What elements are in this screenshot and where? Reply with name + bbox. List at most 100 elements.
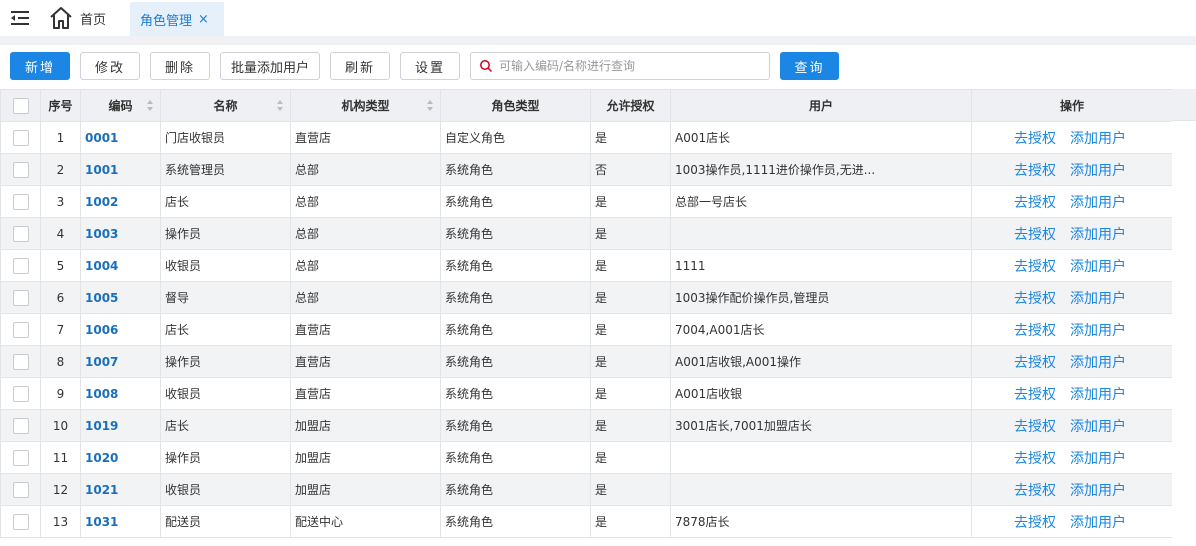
row-select-cell[interactable] xyxy=(0,217,41,250)
batch-add-users-button[interactable]: 批量添加用户 xyxy=(220,52,320,80)
header-name[interactable]: 名称 xyxy=(160,89,291,122)
cell-users: 1003操作配价操作员,管理员 xyxy=(670,281,972,314)
tab-role-management[interactable]: 角色管理 × xyxy=(130,2,224,36)
cell-org-type: 总部 xyxy=(290,217,441,250)
grant-link[interactable]: 去授权 xyxy=(1014,323,1056,339)
table-row[interactable]: 9 1008 收银员 直营店 系统角色是 A001店收银 去授权 添加用户 xyxy=(0,377,1173,410)
row-checkbox[interactable] xyxy=(12,481,29,498)
cell-allow-grant: 是 xyxy=(590,409,671,442)
row-checkbox[interactable] xyxy=(12,449,29,466)
add-user-link[interactable]: 添加用户 xyxy=(1070,483,1126,499)
row-select-cell[interactable] xyxy=(0,313,41,346)
cell-users xyxy=(670,441,972,474)
grant-link[interactable]: 去授权 xyxy=(1014,387,1056,403)
table-row[interactable]: 11 1020 操作员 加盟店 系统角色是 去授权 添加用户 xyxy=(0,441,1173,474)
add-user-link[interactable]: 添加用户 xyxy=(1070,131,1126,147)
grant-link[interactable]: 去授权 xyxy=(1014,163,1056,179)
grant-link[interactable]: 去授权 xyxy=(1014,291,1056,307)
select-all-checkbox[interactable] xyxy=(12,97,29,114)
table-row[interactable]: 13 1031 配送员 配送中心 系统角色是 7878店长 去授权 添加用户 xyxy=(0,505,1173,538)
row-checkbox[interactable] xyxy=(12,289,29,306)
add-button[interactable]: 新增 xyxy=(10,52,70,80)
sort-icon[interactable] xyxy=(277,100,284,112)
scrollbar-header-cell xyxy=(1172,89,1196,121)
add-user-link[interactable]: 添加用户 xyxy=(1070,355,1126,371)
table-row[interactable]: 3 1002 店长 总部 系统角色是总部一号店长 去授权 添加用户 xyxy=(0,185,1173,218)
row-checkbox[interactable] xyxy=(12,193,29,210)
row-checkbox[interactable] xyxy=(12,257,29,274)
row-checkbox[interactable] xyxy=(12,513,29,530)
add-user-link[interactable]: 添加用户 xyxy=(1070,227,1126,243)
grant-link[interactable]: 去授权 xyxy=(1014,259,1056,275)
close-icon[interactable]: × xyxy=(198,12,209,27)
table-row[interactable]: 7 1006 店长 直营店 系统角色是 7004,A001店长 去授权 添加用户 xyxy=(0,313,1173,346)
add-user-link[interactable]: 添加用户 xyxy=(1070,323,1126,339)
add-user-link[interactable]: 添加用户 xyxy=(1070,259,1126,275)
toolbar: 新增 修改 删除 批量添加用户 刷新 设置 查询 xyxy=(0,45,1196,89)
cell-actions: 去授权 添加用户 xyxy=(971,377,1173,410)
vertical-scrollbar[interactable] xyxy=(1172,89,1196,546)
row-select-cell[interactable] xyxy=(0,249,41,282)
row-checkbox[interactable] xyxy=(12,161,29,178)
cell-actions: 去授权 添加用户 xyxy=(971,441,1173,474)
table-row[interactable]: 5 1004 收银员 总部 系统角色是 1111 去授权 添加用户 xyxy=(0,249,1173,282)
header-org-type[interactable]: 机构类型 xyxy=(290,89,441,122)
cell-actions: 去授权 添加用户 xyxy=(971,153,1173,186)
row-select-cell[interactable] xyxy=(0,441,41,474)
tab-home[interactable]: 首页 xyxy=(48,5,106,31)
grant-link[interactable]: 去授权 xyxy=(1014,131,1056,147)
row-checkbox[interactable] xyxy=(12,129,29,146)
row-checkbox[interactable] xyxy=(12,385,29,402)
cell-role-type: 系统角色 xyxy=(440,473,591,506)
row-checkbox[interactable] xyxy=(12,225,29,242)
table-row[interactable]: 10 1019 店长 加盟店 系统角色是 3001店长,7001加盟店长 去授权 添加用户 xyxy=(0,409,1173,442)
add-user-link[interactable]: 添加用户 xyxy=(1070,291,1126,307)
row-select-cell[interactable] xyxy=(0,185,41,218)
sort-icon[interactable] xyxy=(427,100,434,112)
add-user-link[interactable]: 添加用户 xyxy=(1070,451,1126,467)
add-user-link[interactable]: 添加用户 xyxy=(1070,195,1126,211)
settings-button[interactable]: 设置 xyxy=(400,52,460,80)
refresh-button[interactable]: 刷新 xyxy=(330,52,390,80)
grant-link[interactable]: 去授权 xyxy=(1014,419,1056,435)
row-checkbox[interactable] xyxy=(12,417,29,434)
query-button[interactable]: 查询 xyxy=(780,52,839,80)
row-select-cell[interactable] xyxy=(0,505,41,538)
row-checkbox[interactable] xyxy=(12,353,29,370)
row-select-cell[interactable] xyxy=(0,153,41,186)
table-row[interactable]: 4 1003 操作员 总部 系统角色是 去授权 添加用户 xyxy=(0,217,1173,250)
row-select-cell[interactable] xyxy=(0,121,41,154)
table-row[interactable]: 12 1021 收银员 加盟店 系统角色是 去授权 添加用户 xyxy=(0,473,1173,506)
cell-code: 1004 xyxy=(80,249,161,282)
row-select-cell[interactable] xyxy=(0,473,41,506)
edit-button[interactable]: 修改 xyxy=(80,52,140,80)
table-row[interactable]: 1 0001 门店收银员 直营店 自定义角色是 A001店长 去授权 添加用户 xyxy=(0,121,1173,154)
row-select-cell[interactable] xyxy=(0,377,41,410)
cell-allow-grant: 是 xyxy=(590,313,671,346)
row-select-cell[interactable] xyxy=(0,409,41,442)
table-row[interactable]: 8 1007 操作员 直营店 系统角色是 A001店收银,A001操作 去授权 添加用户 xyxy=(0,345,1173,378)
grant-link[interactable]: 去授权 xyxy=(1014,195,1056,211)
grant-link[interactable]: 去授权 xyxy=(1014,227,1056,243)
menu-collapse-icon[interactable] xyxy=(10,8,30,28)
add-user-link[interactable]: 添加用户 xyxy=(1070,419,1126,435)
table-row[interactable]: 2 1001 系统管理员 总部 系统角色否 1003操作员,1111进价操作员,无进...… xyxy=(0,153,1173,186)
delete-button[interactable]: 删除 xyxy=(150,52,210,80)
grant-link[interactable]: 去授权 xyxy=(1014,355,1056,371)
grant-link[interactable]: 去授权 xyxy=(1014,483,1056,499)
header-role-type: 角色类型 xyxy=(440,89,591,122)
grant-link[interactable]: 去授权 xyxy=(1014,515,1056,531)
grant-link[interactable]: 去授权 xyxy=(1014,451,1056,467)
row-checkbox[interactable] xyxy=(12,321,29,338)
sort-icon[interactable] xyxy=(147,100,154,112)
add-user-link[interactable]: 添加用户 xyxy=(1070,387,1126,403)
table-row[interactable]: 6 1005 督导 总部 系统角色是 1003操作配价操作员,管理员 去授权 添加用户 xyxy=(0,281,1173,314)
header-code[interactable]: 编码 xyxy=(80,89,161,122)
header-select-all[interactable] xyxy=(0,89,41,122)
add-user-link[interactable]: 添加用户 xyxy=(1070,163,1126,179)
search-input[interactable] xyxy=(499,59,759,73)
cell-role-type: 系统角色 xyxy=(440,505,591,538)
row-select-cell[interactable] xyxy=(0,345,41,378)
add-user-link[interactable]: 添加用户 xyxy=(1070,515,1126,531)
row-select-cell[interactable] xyxy=(0,281,41,314)
